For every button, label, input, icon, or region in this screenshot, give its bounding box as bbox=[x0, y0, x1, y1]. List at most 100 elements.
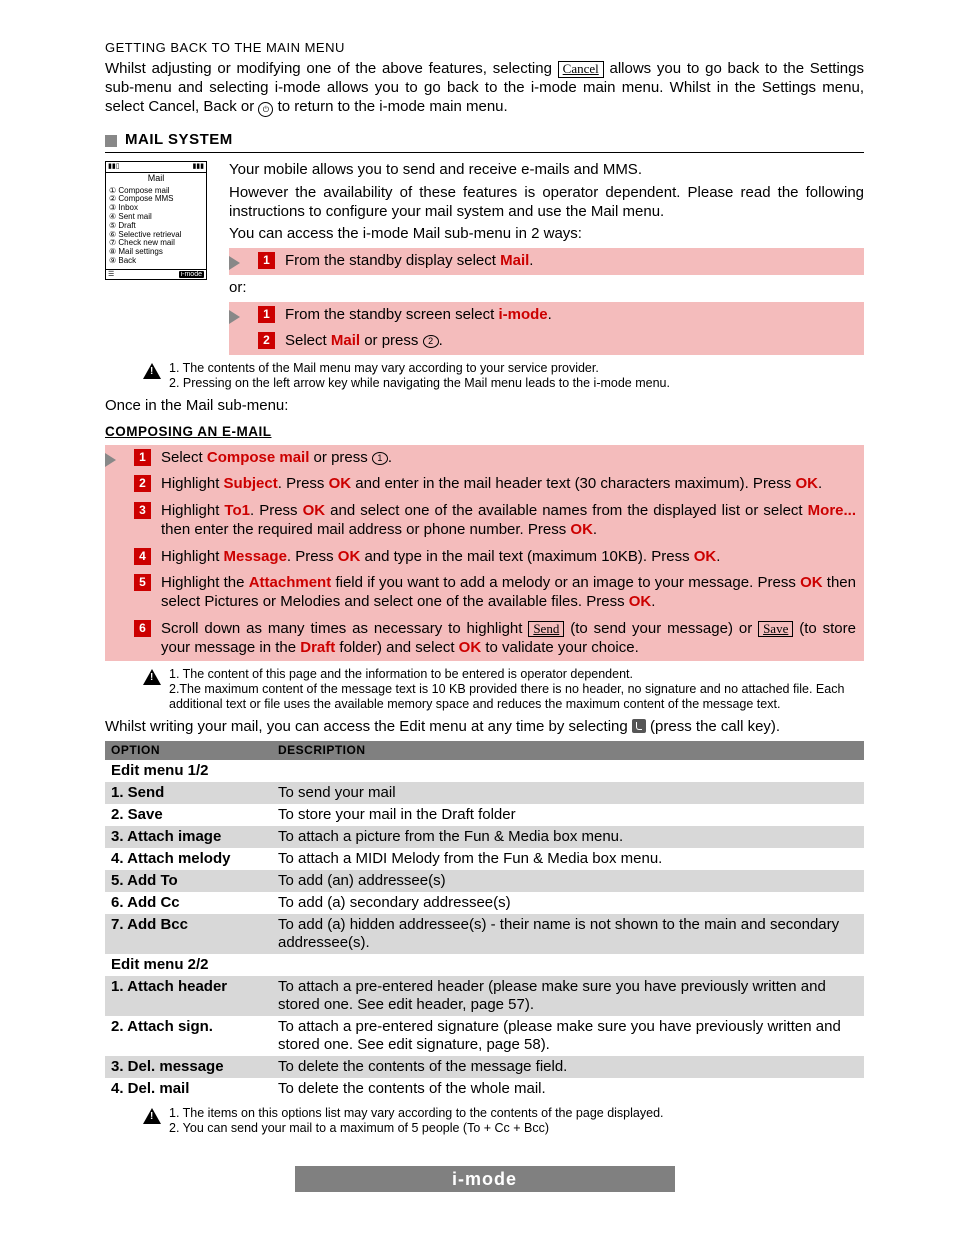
table-row: 1. SendTo send your mail bbox=[105, 782, 864, 804]
table-option: 2. Save bbox=[105, 804, 272, 826]
table-option: 3. Attach image bbox=[105, 826, 272, 848]
once-in-mail: Once in the Mail sub-menu: bbox=[105, 397, 864, 416]
step-number: 6 bbox=[134, 620, 151, 637]
or-text: or: bbox=[229, 279, 864, 298]
warning-line: 1. The content of this page and the info… bbox=[169, 667, 633, 681]
table-description: To add (an) addressee(s) bbox=[272, 870, 864, 892]
table-description: To send your mail bbox=[272, 782, 864, 804]
compose-step-5: 5 Highlight the Attachment field if you … bbox=[105, 570, 864, 616]
table-option: 6. Add Cc bbox=[105, 892, 272, 914]
step-number: 5 bbox=[134, 574, 151, 591]
table-description bbox=[272, 954, 864, 976]
table-option: 3. Del. message bbox=[105, 1056, 272, 1078]
step-number: 1 bbox=[258, 306, 275, 323]
warning-line: 1. The items on this options list may va… bbox=[169, 1106, 664, 1120]
step-text: From the standby display select Mail. bbox=[285, 252, 856, 271]
mail-access-step-2a: 1 From the standby screen select i-mode. bbox=[229, 302, 864, 329]
table-description: To attach a pre-entered header (please m… bbox=[272, 976, 864, 1016]
table-description: To delete the contents of the whole mail… bbox=[272, 1078, 864, 1100]
table-option: 4. Del. mail bbox=[105, 1078, 272, 1100]
warning-line: 2. You can send your mail to a maximum o… bbox=[169, 1121, 549, 1135]
step-text: From the standby screen select i-mode. bbox=[285, 306, 856, 325]
signal-icon: ▮▮▯ bbox=[108, 163, 120, 171]
step-number: 2 bbox=[134, 475, 151, 492]
compose-warning: 1. The content of this page and the info… bbox=[143, 667, 864, 712]
circled-1-icon: 1 bbox=[372, 452, 388, 465]
table-description: To attach a picture from the Fun & Media… bbox=[272, 826, 864, 848]
compose-step-2: 2 Highlight Subject. Press OK and enter … bbox=[105, 471, 864, 498]
menu-icon: ☰ bbox=[108, 271, 114, 279]
table-option: 5. Add To bbox=[105, 870, 272, 892]
text: Whilst adjusting or modifying one of the… bbox=[105, 60, 558, 77]
mail-warning: 1. The contents of the Mail menu may var… bbox=[143, 361, 864, 391]
table-row: 7. Add BccTo add (a) hidden addressee(s)… bbox=[105, 914, 864, 954]
top-paragraph: Whilst adjusting or modifying one of the… bbox=[105, 60, 864, 117]
phone-menu-items: ① Compose mail ② Compose MMS ③ Inbox ④ S… bbox=[106, 185, 206, 269]
circled-2-icon: 2 bbox=[423, 335, 439, 348]
call-key-icon bbox=[632, 719, 646, 733]
table-row: 1. Attach headerTo attach a pre-entered … bbox=[105, 976, 864, 1016]
arrow-icon bbox=[229, 256, 240, 270]
battery-icon: ▮▮▮ bbox=[192, 163, 204, 171]
edit-menu-intro: Whilst writing your mail, you can access… bbox=[105, 718, 864, 737]
table-description: To attach a pre-entered signature (pleas… bbox=[272, 1016, 864, 1056]
table-row: 5. Add ToTo add (an) addressee(s) bbox=[105, 870, 864, 892]
table-description: To delete the contents of the message fi… bbox=[272, 1056, 864, 1078]
step-text: Highlight the Attachment field if you wa… bbox=[161, 574, 856, 612]
table-header-description: DESCRIPTION bbox=[272, 741, 864, 760]
warning-line: 2. Pressing on the left arrow key while … bbox=[169, 376, 670, 390]
table-row: 2. SaveTo store your mail in the Draft f… bbox=[105, 804, 864, 826]
step-text: Highlight Message. Press OK and type in … bbox=[161, 548, 856, 567]
table-row: Edit menu 2/2 bbox=[105, 954, 864, 976]
mail-intro-c: You can access the i-mode Mail sub-menu … bbox=[229, 225, 864, 244]
mail-system-heading: MAIL SYSTEM bbox=[105, 131, 864, 153]
table-description: To attach a MIDI Melody from the Fun & M… bbox=[272, 848, 864, 870]
step-number: 1 bbox=[134, 449, 151, 466]
table-option: 7. Add Bcc bbox=[105, 914, 272, 954]
square-bullet-icon bbox=[105, 135, 117, 147]
table-header-option: OPTION bbox=[105, 741, 272, 760]
phone-screenshot: ▮▮▯ ▮▮▮ Mail ① Compose mail ② Compose MMS… bbox=[105, 161, 207, 280]
warning-icon bbox=[143, 1108, 161, 1124]
table-row: 3. Attach imageTo attach a picture from … bbox=[105, 826, 864, 848]
table-row: 4. Attach melodyTo attach a MIDI Melody … bbox=[105, 848, 864, 870]
warning-icon bbox=[143, 363, 161, 379]
edit-menu-table: OPTION DESCRIPTION Edit menu 1/21. SendT… bbox=[105, 741, 864, 1100]
mail-access-step-2b: 2 Select Mail or press 2. bbox=[229, 328, 864, 355]
table-row: 2. Attach sign.To attach a pre-entered s… bbox=[105, 1016, 864, 1056]
warning-line: 2.The maximum content of the message tex… bbox=[169, 682, 844, 711]
table-warning: 1. The items on this options list may va… bbox=[143, 1106, 864, 1136]
table-description bbox=[272, 760, 864, 782]
send-button-label: Send bbox=[528, 621, 564, 637]
warning-line: 1. The contents of the Mail menu may var… bbox=[169, 361, 599, 375]
step-text: Scroll down as many times as necessary t… bbox=[161, 620, 856, 658]
step-number: 2 bbox=[258, 332, 275, 349]
warning-icon bbox=[143, 669, 161, 685]
step-text: Highlight To1. Press OK and select one o… bbox=[161, 502, 856, 540]
step-number: 1 bbox=[258, 252, 275, 269]
step-text: Select Mail or press 2. bbox=[285, 332, 856, 351]
page-footer: i-mode bbox=[295, 1166, 675, 1192]
table-option: 4. Attach melody bbox=[105, 848, 272, 870]
table-row: 4. Del. mailTo delete the contents of th… bbox=[105, 1078, 864, 1100]
compose-step-6: 6 Scroll down as many times as necessary… bbox=[105, 616, 864, 662]
cancel-button-label: Cancel bbox=[558, 61, 604, 77]
top-subheading: GETTING BACK TO THE MAIN MENU bbox=[105, 40, 864, 56]
mail-access-step-1: 1 From the standby display select Mail. bbox=[229, 248, 864, 275]
step-number: 4 bbox=[134, 548, 151, 565]
table-option: 1. Send bbox=[105, 782, 272, 804]
composing-heading: COMPOSING AN E-MAIL bbox=[105, 424, 864, 441]
compose-step-1: 1 Select Compose mail or press 1. bbox=[105, 445, 864, 472]
arrow-icon bbox=[105, 453, 116, 467]
table-row: 3. Del. messageTo delete the contents of… bbox=[105, 1056, 864, 1078]
phone-title: Mail bbox=[106, 172, 206, 185]
table-option: 2. Attach sign. bbox=[105, 1016, 272, 1056]
step-number: 3 bbox=[134, 502, 151, 519]
table-description: To store your mail in the Draft folder bbox=[272, 804, 864, 826]
arrow-icon bbox=[229, 310, 240, 324]
heading-text: MAIL SYSTEM bbox=[125, 131, 233, 150]
table-option: Edit menu 2/2 bbox=[105, 954, 272, 976]
table-row: 6. Add CcTo add (a) secondary addressee(… bbox=[105, 892, 864, 914]
text: to return to the i-mode main menu. bbox=[278, 98, 508, 115]
compose-step-4: 4 Highlight Message. Press OK and type i… bbox=[105, 544, 864, 571]
